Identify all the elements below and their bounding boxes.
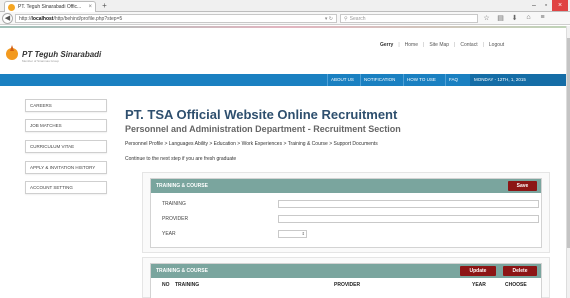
column-year: YEAR	[472, 282, 486, 288]
fresh-graduate-note: Continue to the next step if you are fre…	[125, 156, 237, 162]
form-panel-title: TRAINING & COURSE	[156, 183, 208, 189]
form-panel-header: TRAINING & COURSE Save	[151, 179, 541, 193]
browser-toolbar-icons: ☆ ▤ ⬇ ⌂ ≡	[482, 14, 547, 22]
delete-button[interactable]: Delete	[503, 266, 537, 276]
window-controls: – ▫ ×	[528, 0, 568, 11]
link-home[interactable]: Home	[405, 42, 418, 48]
username: Gerry	[380, 42, 394, 48]
search-placeholder: Search	[349, 15, 366, 22]
column-choose: CHOOSE	[505, 282, 527, 288]
tab-title: PT. Teguh Sinarabadi Offic...	[18, 4, 82, 10]
top-links: Gerry | Home | Site Map | Contact | Logo…	[380, 42, 504, 48]
logo-title[interactable]: PT Teguh Sinarabadi	[22, 50, 101, 59]
home-icon[interactable]: ⌂	[524, 14, 533, 22]
bookmark-star-icon[interactable]: ☆	[482, 14, 491, 22]
url-host: localhost	[31, 15, 54, 22]
maximize-button[interactable]: ▫	[540, 0, 552, 11]
link-logout[interactable]: Logout	[489, 42, 504, 48]
reload-icon[interactable]: ▾ ↻	[325, 16, 333, 22]
menu-icon[interactable]: ≡	[538, 14, 547, 22]
address-bar[interactable]: http://localhost/http/behind/profile.php…	[15, 14, 337, 23]
sidebar-item-job-matches[interactable]: JOB MATCHES	[25, 119, 107, 132]
training-list-panel: TRAINING & COURSE Update Delete NO TRAIN…	[150, 263, 542, 298]
download-icon[interactable]: ⬇	[510, 14, 519, 22]
url-prefix: http://	[19, 15, 32, 22]
nav-faq[interactable]: FAQ	[445, 74, 461, 86]
column-training: TRAINING	[175, 282, 200, 288]
back-button[interactable]: ◀	[2, 13, 13, 24]
window-close-button[interactable]: ×	[552, 0, 568, 11]
sidebar-item-curriculum-vitae[interactable]: CURRICULUM VITAE	[25, 140, 107, 153]
year-label: YEAR	[162, 231, 176, 237]
page-title: PT. TSA Official Website Online Recruitm…	[125, 107, 398, 122]
link-site-map[interactable]: Site Map	[429, 42, 449, 48]
nav-date: MONDAY - 12TH, 1, 2015	[470, 74, 566, 86]
tab-close-icon[interactable]: ×	[88, 4, 92, 10]
sidebar-item-account-setting[interactable]: ACCOUNT SETTING	[25, 181, 107, 194]
main-navbar: ABOUT US NOTIFICATION HOW TO USE FAQ MON…	[0, 74, 566, 86]
logo-subtitle: Member of Sinarmas Group	[22, 59, 60, 63]
search-icon: ⚲	[344, 15, 348, 22]
new-tab-button[interactable]: +	[100, 2, 109, 11]
year-select[interactable]: ⇕	[278, 230, 307, 238]
site-favicon-icon	[8, 3, 15, 11]
company-logo-icon[interactable]	[6, 45, 18, 60]
training-label: TRAINING	[162, 201, 186, 207]
browser-toolbar: ◀ http://localhost/http/behind/profile.p…	[0, 12, 570, 25]
page-subtitle: Personnel and Administration Department …	[125, 124, 401, 134]
training-form-panel: TRAINING & COURSE Save TRAINING PROVIDER…	[150, 178, 542, 248]
url-text: http://localhost/http/behind/profile.php…	[19, 16, 325, 22]
separator: |	[398, 42, 400, 48]
browser-search-input[interactable]: ⚲ Search	[340, 14, 478, 23]
nav-notification[interactable]: NOTIFICATION	[360, 74, 398, 86]
link-contact[interactable]: Contact	[460, 42, 477, 48]
list-panel-title: TRAINING & COURSE	[156, 268, 208, 274]
breadcrumb: Personnel Profile > Languages Ability > …	[125, 141, 378, 147]
provider-label: PROVIDER	[162, 216, 189, 222]
nav-how-to-use[interactable]: HOW TO USE	[403, 74, 439, 86]
url-path: /http/behind/profile.php?step=5	[53, 15, 123, 22]
browser-tab[interactable]: PT. Teguh Sinarabadi Offic... ×	[4, 1, 96, 12]
separator: |	[454, 42, 456, 48]
update-button[interactable]: Update	[460, 266, 496, 276]
column-provider: PROVIDER	[334, 282, 361, 288]
minimize-button[interactable]: –	[528, 0, 540, 11]
training-input[interactable]	[278, 200, 539, 208]
browser-tabstrip: PT. Teguh Sinarabadi Offic... × + – ▫ ×	[0, 0, 570, 12]
separator: |	[482, 42, 484, 48]
list-panel-header: TRAINING & COURSE Update Delete	[151, 264, 541, 278]
column-no: NO	[162, 282, 170, 288]
bookmarks-icon[interactable]: ▤	[496, 14, 505, 22]
spinner-icon[interactable]: ⇕	[302, 231, 305, 236]
sidebar-item-careers[interactable]: CAREERS	[25, 99, 107, 112]
page-scrollbar[interactable]	[566, 26, 570, 298]
provider-input[interactable]	[278, 215, 539, 223]
sidebar-item-apply-history[interactable]: APPLY & INVITATION HISTORY	[25, 161, 107, 174]
header-color-strip	[0, 26, 570, 28]
nav-about-us[interactable]: ABOUT US	[327, 74, 357, 86]
save-button[interactable]: Save	[508, 181, 537, 191]
separator: |	[423, 42, 425, 48]
